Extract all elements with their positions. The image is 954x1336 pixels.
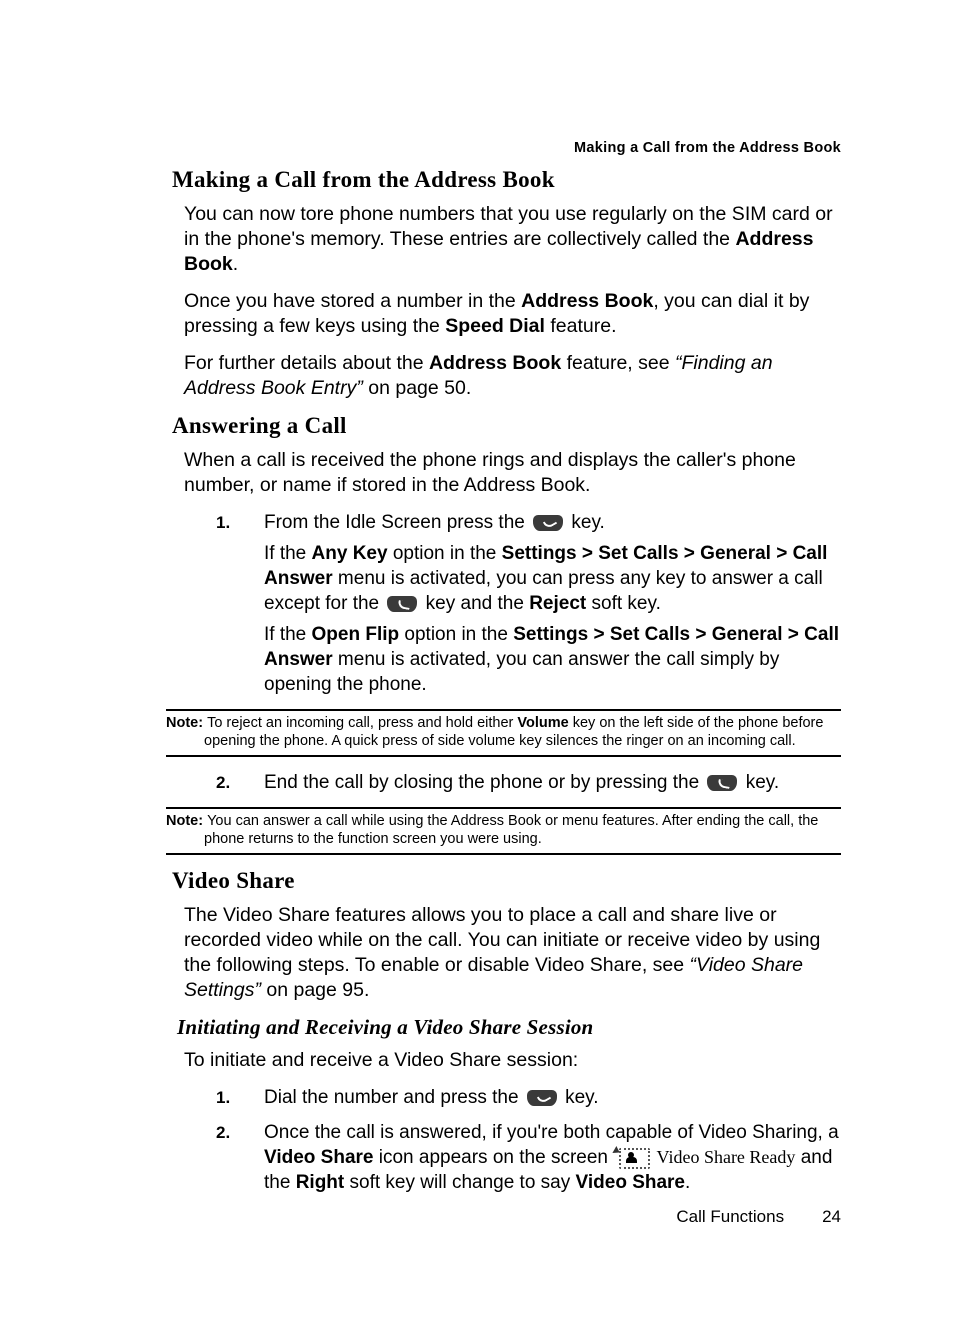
term-reject: Reject bbox=[529, 593, 586, 614]
term-any-key: Any Key bbox=[312, 543, 388, 564]
running-header: Making a Call from the Address Book bbox=[166, 140, 841, 156]
text: on page 50. bbox=[363, 377, 471, 399]
term-right: Right bbox=[296, 1172, 345, 1193]
section-title-making-call: Making a Call from the Address Book bbox=[172, 167, 841, 193]
text: key. bbox=[566, 512, 605, 533]
text: Once you have stored a number in the bbox=[184, 290, 521, 312]
video-share-ready-label: Video Share Ready bbox=[657, 1147, 796, 1167]
paragraph: To initiate and receive a Video Share se… bbox=[184, 1048, 841, 1073]
end-key-icon bbox=[387, 596, 417, 612]
steps-list: 1. From the Idle Screen press the key. If … bbox=[216, 510, 841, 697]
spacer bbox=[264, 616, 841, 622]
term-address-book: Address Book bbox=[521, 290, 653, 312]
paragraph: For further details about the Address Bo… bbox=[184, 351, 841, 401]
step-number: 2. bbox=[216, 1120, 230, 1145]
text: on page 95. bbox=[261, 979, 369, 1001]
text: For further details about the bbox=[184, 352, 429, 374]
text: key. bbox=[740, 772, 779, 793]
page-footer: Call Functions 24 bbox=[166, 1207, 841, 1227]
text: . bbox=[233, 253, 238, 275]
paragraph: Once you have stored a number in the Add… bbox=[184, 289, 841, 339]
term-video-share: Video Share bbox=[576, 1172, 685, 1193]
step-number: 1. bbox=[216, 510, 230, 535]
end-key-icon bbox=[707, 775, 737, 791]
spacer bbox=[264, 535, 841, 541]
steps-list: 1. Dial the number and press the key. 2. On… bbox=[216, 1085, 841, 1195]
text: Dial the number and press the bbox=[264, 1087, 524, 1108]
text: option in the bbox=[399, 624, 513, 645]
text: menu is activated, you can answer the ca… bbox=[264, 649, 779, 695]
text: icon appears on the screen bbox=[373, 1147, 613, 1168]
term-speed-dial: Speed Dial bbox=[445, 315, 545, 337]
note-label: Note: bbox=[166, 715, 207, 731]
paragraph: The Video Share features allows you to p… bbox=[184, 903, 841, 1003]
text: You can answer a call while using the Ad… bbox=[204, 813, 818, 847]
term-video-share: Video Share bbox=[264, 1147, 373, 1168]
section-title-answering: Answering a Call bbox=[172, 413, 841, 439]
text: End the call by closing the phone or by … bbox=[264, 772, 704, 793]
step-2: 2. End the call by closing the phone or b… bbox=[216, 770, 841, 795]
steps-list: 2. End the call by closing the phone or b… bbox=[216, 770, 841, 795]
term-address-book: Address Book bbox=[429, 352, 561, 374]
note-label: Note: bbox=[166, 813, 207, 829]
text: To reject an incoming call, press and ho… bbox=[207, 715, 517, 731]
footer-page-number: 24 bbox=[822, 1207, 841, 1226]
section-title-video-share: Video Share bbox=[172, 868, 841, 894]
step-number: 1. bbox=[216, 1085, 230, 1110]
text: feature. bbox=[545, 315, 617, 337]
text: soft key. bbox=[586, 593, 661, 614]
footer-section-name: Call Functions bbox=[676, 1207, 784, 1226]
step-number: 2. bbox=[216, 770, 230, 795]
term-volume: Volume bbox=[517, 715, 568, 731]
text: option in the bbox=[388, 543, 502, 564]
text: Once the call is answered, if you're bot… bbox=[264, 1122, 839, 1143]
text: If the bbox=[264, 624, 312, 645]
note-block: Note: You can answer a call while using … bbox=[166, 807, 841, 855]
text: soft key will change to say bbox=[344, 1172, 575, 1193]
text: . bbox=[685, 1172, 690, 1193]
subsection-title: Initiating and Receiving a Video Share S… bbox=[177, 1015, 841, 1040]
call-key-icon bbox=[533, 515, 563, 531]
term-open-flip: Open Flip bbox=[312, 624, 400, 645]
step-2: 2. Once the call is answered, if you're b… bbox=[216, 1120, 841, 1195]
paragraph: When a call is received the phone rings … bbox=[184, 448, 841, 498]
video-share-icon bbox=[616, 1147, 648, 1168]
note-block: Note: To reject an incoming call, press … bbox=[166, 709, 841, 757]
text: If the bbox=[264, 543, 312, 564]
paragraph: You can now tore phone numbers that you … bbox=[184, 202, 841, 277]
text: key and the bbox=[420, 593, 529, 614]
text: feature, see bbox=[561, 352, 675, 374]
step-1: 1. From the Idle Screen press the key. If … bbox=[216, 510, 841, 697]
step-1: 1. Dial the number and press the key. bbox=[216, 1085, 841, 1110]
call-key-icon bbox=[527, 1090, 557, 1106]
text: From the Idle Screen press the bbox=[264, 512, 530, 533]
text: key. bbox=[560, 1087, 599, 1108]
